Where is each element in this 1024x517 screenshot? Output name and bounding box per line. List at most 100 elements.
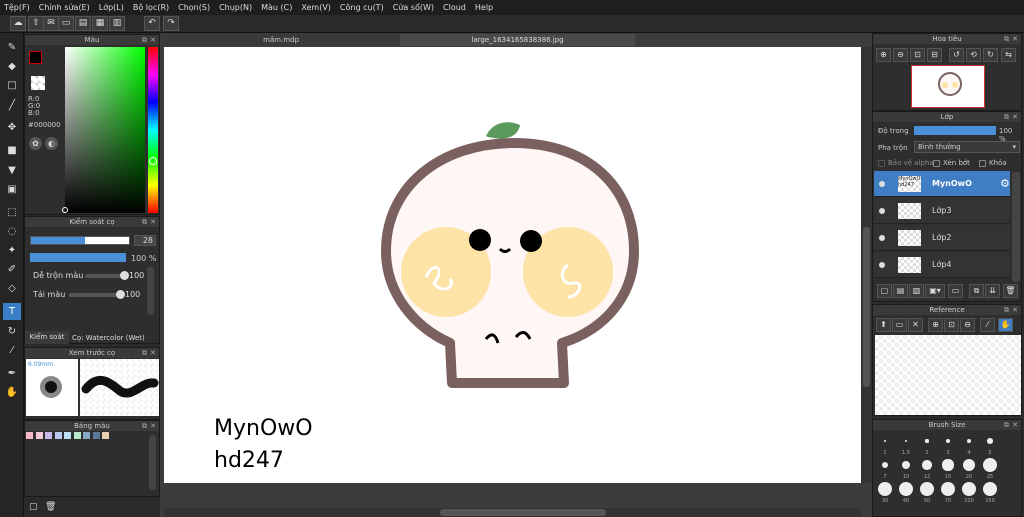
zoom-in-icon[interactable]: ⊕ (876, 48, 891, 62)
hand-tool-icon[interactable]: ✋ (3, 384, 21, 401)
mix-slider[interactable] (85, 271, 129, 280)
color-wheel-icon[interactable]: ✿ (29, 137, 42, 150)
eye-icon[interactable] (879, 181, 885, 187)
flip-icon[interactable]: ⇆ (1001, 48, 1016, 62)
grid-icon[interactable]: ▦ (92, 16, 108, 31)
comment-icon[interactable]: ▭ (58, 16, 74, 31)
new-palette-icon[interactable]: ▢ (29, 502, 38, 512)
mix-slider-knob[interactable] (120, 271, 129, 280)
layer-row[interactable]: Lớp4 (874, 252, 1010, 278)
undo-icon[interactable]: ↶ (144, 16, 160, 31)
expand-icon[interactable]: ⧉ (1004, 420, 1009, 430)
delete-layer-icon[interactable]: 🗑 (1003, 284, 1018, 298)
rectangle-tool-icon[interactable]: □ (3, 77, 21, 94)
brush-size-value[interactable]: 28 (134, 235, 156, 246)
select-rect-tool-icon[interactable]: ⬚ (3, 204, 21, 221)
menu-item-10[interactable]: Cloud (443, 3, 466, 12)
reference-canvas[interactable] (875, 335, 1021, 415)
close-icon[interactable]: ✕ (1012, 420, 1018, 430)
menu-item-7[interactable]: Xem(V) (301, 3, 331, 12)
paint-load-slider[interactable] (69, 290, 125, 299)
brush-size-preset[interactable] (942, 459, 954, 471)
chat-icon[interactable]: ✉ (43, 16, 59, 31)
close-icon[interactable]: ✕ (1012, 112, 1018, 122)
menu-item-1[interactable]: Chỉnh sửa(E) (39, 3, 90, 12)
color-mode-icon[interactable]: ◐ (45, 137, 58, 150)
new-raster-layer-icon[interactable]: ▧ (909, 284, 924, 298)
brush-size-preset[interactable] (983, 458, 997, 472)
rotate-right-icon[interactable]: ↻ (983, 48, 998, 62)
menu-item-2[interactable]: Lớp(L) (99, 3, 124, 12)
paint-load-slider-knob[interactable] (116, 290, 125, 299)
new-folder-icon[interactable]: ▭ (948, 284, 963, 298)
horizontal-scrollbar[interactable] (164, 508, 861, 517)
palette-swatch[interactable] (26, 432, 33, 439)
brush-size-preset[interactable] (962, 482, 976, 496)
lock-option[interactable]: Khóa (979, 159, 1007, 167)
close-reference-icon[interactable]: ✕ (908, 318, 923, 332)
vertical-scrollbar[interactable] (861, 47, 872, 483)
menu-item-0[interactable]: Tệp(F) (4, 3, 30, 12)
menu-item-4[interactable]: Chọn(S) (178, 3, 210, 12)
palette-swatch[interactable] (54, 432, 62, 439)
expand-icon[interactable]: ⧉ (142, 421, 147, 431)
gradient-tool-icon[interactable]: ▣ (3, 181, 21, 198)
open-folder-icon[interactable]: ▭ (892, 318, 907, 332)
close-icon[interactable]: ✕ (1012, 305, 1018, 315)
expand-icon[interactable]: ⧉ (142, 35, 147, 45)
eraser-tool-icon[interactable]: ◆ (3, 58, 21, 75)
zoom-out-icon[interactable]: ⊖ (893, 48, 908, 62)
ref-hand-icon[interactable]: ✋ (998, 318, 1013, 332)
clipping-checkbox[interactable] (933, 159, 940, 167)
close-icon[interactable]: ✕ (150, 35, 156, 45)
ref-zoom-in-icon[interactable]: ⊕ (928, 318, 943, 332)
brush-size-preset[interactable] (946, 439, 950, 443)
brush-size-preset[interactable] (941, 482, 955, 496)
cloud-upload-icon[interactable]: ⬆ (876, 318, 891, 332)
ref-fit-icon[interactable]: ⊡ (944, 318, 959, 332)
expand-icon[interactable]: ⧉ (1004, 305, 1009, 315)
brush-size-preset[interactable] (884, 440, 886, 442)
menu-item-3[interactable]: Bộ lọc(R) (133, 3, 169, 12)
new-layer-icon[interactable]: ▢ (877, 284, 892, 298)
transparent-color-swatch[interactable] (31, 76, 45, 90)
brush-size-preset[interactable] (878, 482, 892, 496)
close-icon[interactable]: ✕ (1012, 34, 1018, 44)
protect-alpha-option[interactable]: Bảo vệ alpha (878, 159, 934, 167)
brush-control-scrollbar[interactable] (147, 267, 154, 315)
text-tool-icon[interactable]: T (3, 303, 21, 320)
brush-tool-icon[interactable]: ✎ (3, 39, 21, 56)
vertical-scrollbar-thumb[interactable] (863, 227, 870, 387)
close-icon[interactable]: ✕ (150, 348, 156, 358)
brush-size-preset[interactable] (922, 460, 932, 470)
menu-item-8[interactable]: Công cụ(T) (340, 3, 384, 12)
palette-swatch[interactable] (83, 432, 90, 439)
lasso-tool-icon[interactable]: ◌ (3, 223, 21, 240)
duplicate-layer-icon[interactable]: ⧉ (969, 284, 984, 298)
rotate-left-icon[interactable]: ↺ (949, 48, 964, 62)
fit-icon[interactable]: ⊡ (910, 48, 925, 62)
move-tool-icon[interactable]: ✥ (3, 119, 21, 136)
layer-row[interactable]: Lớp2 (874, 225, 1010, 251)
merge-layer-icon[interactable]: ⇊ (985, 284, 1000, 298)
save-icon[interactable]: ▤ (75, 16, 91, 31)
blend-mode-select[interactable]: Bình thường ▾ (914, 141, 1020, 153)
select-pen-tool-icon[interactable]: ✐ (3, 261, 21, 278)
actual-size-icon[interactable]: ⊟ (927, 48, 942, 62)
menu-item-11[interactable]: Help (475, 3, 493, 12)
close-icon[interactable]: ✕ (150, 217, 156, 227)
palette-swatch[interactable] (64, 432, 71, 439)
eye-icon[interactable] (879, 208, 885, 214)
eye-icon[interactable] (879, 262, 885, 268)
palette-swatch[interactable] (45, 432, 52, 439)
palette-swatch[interactable] (73, 432, 81, 439)
bucket-tool-icon[interactable]: ▼ (3, 162, 21, 179)
horizontal-scrollbar-thumb[interactable] (440, 509, 606, 516)
add-layer-menu-icon[interactable]: ▣▾ (925, 284, 945, 298)
menu-item-9[interactable]: Cửa sổ(W) (393, 3, 434, 12)
new-layer-copy-icon[interactable]: ▤ (893, 284, 908, 298)
brush-size-preset[interactable] (899, 482, 913, 496)
layers-scrollbar[interactable] (1012, 172, 1020, 282)
close-icon[interactable]: ✕ (150, 421, 156, 431)
expand-icon[interactable]: ⧉ (1004, 112, 1009, 122)
